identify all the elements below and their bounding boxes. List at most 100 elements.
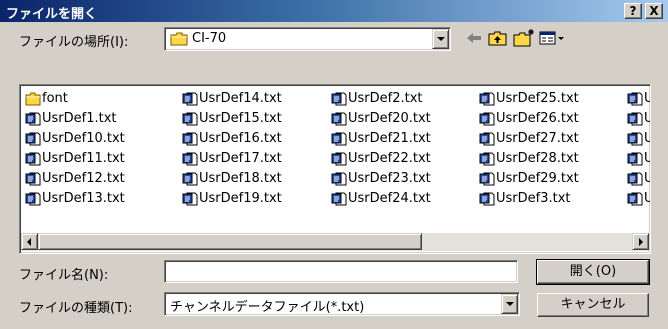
file-item[interactable]: UsrDef21.txt bbox=[328, 129, 431, 149]
file-item[interactable]: UsrDef26.txt bbox=[476, 109, 579, 129]
horizontal-scrollbar[interactable] bbox=[21, 233, 649, 251]
filetype-label: ファイルの種類(T): bbox=[19, 301, 133, 316]
file-name: U bbox=[644, 191, 650, 206]
file-name: UsrDef22.txt bbox=[348, 151, 431, 166]
file-item[interactable]: UsrDef16.txt bbox=[179, 129, 282, 149]
file-list[interactable]: font UsrDef1.txt UsrDef10.txt UsrDef11.txt U… bbox=[19, 84, 651, 254]
dialog-title: ファイルを開く bbox=[6, 7, 98, 22]
folder-icon bbox=[170, 32, 188, 50]
file-name: UsrDef24.txt bbox=[348, 191, 431, 206]
file-column: UsrDef14.txt UsrDef15.txt UsrDef16.txt UsrD… bbox=[179, 89, 282, 209]
file-item[interactable]: U bbox=[624, 109, 650, 129]
help-button[interactable]: ? bbox=[624, 3, 642, 19]
file-item[interactable]: UsrDef23.txt bbox=[328, 169, 431, 189]
file-name: UsrDef12.txt bbox=[42, 171, 125, 186]
filetype-combobox[interactable]: チャンネルデータファイル(*.txt) bbox=[164, 292, 520, 316]
file-name: UsrDef1.txt bbox=[42, 111, 117, 126]
file-item[interactable]: UsrDef28.txt bbox=[476, 149, 579, 169]
file-name: UsrDef20.txt bbox=[348, 111, 431, 126]
title-bar[interactable]: ファイルを開く ? X bbox=[0, 0, 668, 22]
text-file-icon bbox=[331, 192, 347, 213]
file-item[interactable]: UsrDef2.txt bbox=[328, 89, 431, 109]
file-name: UsrDef28.txt bbox=[496, 151, 579, 166]
file-name: UsrDef15.txt bbox=[199, 111, 282, 126]
filetype-dropdown-button[interactable] bbox=[501, 294, 518, 314]
file-column: font UsrDef1.txt UsrDef10.txt UsrDef11.txt U… bbox=[22, 89, 125, 209]
file-item[interactable]: UsrDef11.txt bbox=[22, 149, 125, 169]
text-file-icon bbox=[182, 192, 198, 213]
file-item[interactable]: UsrDef13.txt bbox=[22, 189, 125, 209]
file-item[interactable]: UsrDef27.txt bbox=[476, 129, 579, 149]
file-name: UsrDef17.txt bbox=[199, 151, 282, 166]
file-item[interactable]: U bbox=[624, 129, 650, 149]
file-item[interactable]: UsrDef18.txt bbox=[179, 169, 282, 189]
open-button[interactable]: 開く(O) bbox=[536, 259, 650, 285]
file-column: UsrDef25.txt UsrDef26.txt UsrDef27.txt UsrD… bbox=[476, 89, 579, 209]
file-item[interactable]: UsrDef24.txt bbox=[328, 189, 431, 209]
filename-label: ファイル名(N): bbox=[19, 268, 109, 283]
file-name: UsrDef18.txt bbox=[199, 171, 282, 186]
text-file-icon bbox=[25, 192, 41, 213]
file-name: UsrDef16.txt bbox=[199, 131, 282, 146]
file-item[interactable]: UsrDef29.txt bbox=[476, 169, 579, 189]
location-label: ファイルの場所(I): bbox=[19, 35, 129, 50]
filetype-value: チャンネルデータファイル(*.txt) bbox=[170, 300, 365, 315]
location-value: CI-70 bbox=[192, 31, 227, 46]
file-item[interactable]: UsrDef12.txt bbox=[22, 169, 125, 189]
file-item[interactable]: UsrDef1.txt bbox=[22, 109, 125, 129]
file-name: U bbox=[644, 91, 650, 106]
file-name: font bbox=[42, 91, 68, 106]
file-name: U bbox=[644, 151, 650, 166]
cancel-button[interactable]: キャンセル bbox=[537, 293, 649, 317]
file-name: UsrDef19.txt bbox=[199, 191, 282, 206]
file-item[interactable]: U bbox=[624, 189, 650, 209]
file-name: UsrDef13.txt bbox=[42, 191, 125, 206]
file-item[interactable]: U bbox=[624, 89, 650, 109]
file-name: UsrDef26.txt bbox=[496, 111, 579, 126]
file-item[interactable]: UsrDef3.txt bbox=[476, 189, 579, 209]
text-file-icon bbox=[479, 192, 495, 213]
file-name: UsrDef23.txt bbox=[348, 171, 431, 186]
file-name: U bbox=[644, 131, 650, 146]
open-button-label: 開く(O) bbox=[569, 264, 617, 279]
file-item[interactable]: U bbox=[624, 169, 650, 189]
file-name: U bbox=[644, 111, 650, 126]
folder-item[interactable]: font bbox=[22, 89, 125, 109]
file-item[interactable]: UsrDef19.txt bbox=[179, 189, 282, 209]
location-dropdown-button[interactable] bbox=[432, 29, 449, 49]
view-menu-icon[interactable] bbox=[538, 28, 566, 48]
scroll-thumb[interactable] bbox=[38, 233, 422, 250]
file-column: UsrDef2.txt UsrDef20.txt UsrDef21.txt UsrDe… bbox=[328, 89, 431, 209]
close-button[interactable]: X bbox=[645, 3, 663, 19]
new-folder-icon[interactable] bbox=[512, 28, 534, 48]
up-folder-icon[interactable] bbox=[487, 28, 509, 48]
location-combobox[interactable]: CI-70 bbox=[164, 27, 451, 51]
back-arrow-icon[interactable] bbox=[463, 28, 485, 48]
scroll-right-button[interactable] bbox=[632, 233, 649, 250]
chevron-down-icon bbox=[505, 302, 514, 306]
file-name: UsrDef29.txt bbox=[496, 171, 579, 186]
file-name: UsrDef25.txt bbox=[496, 91, 579, 106]
chevron-left-icon bbox=[27, 238, 31, 246]
open-file-dialog: ファイルを開く ? X ファイルの場所(I): CI-70 font UsrDe… bbox=[0, 0, 668, 329]
file-name: U bbox=[644, 171, 650, 186]
filename-input[interactable] bbox=[164, 260, 518, 283]
file-item[interactable]: U bbox=[624, 149, 650, 169]
file-name: UsrDef14.txt bbox=[199, 91, 282, 106]
file-column: UUUUUU bbox=[624, 89, 650, 209]
file-item[interactable]: UsrDef25.txt bbox=[476, 89, 579, 109]
file-item[interactable]: UsrDef10.txt bbox=[22, 129, 125, 149]
file-name: UsrDef11.txt bbox=[42, 151, 125, 166]
file-name: UsrDef10.txt bbox=[42, 131, 125, 146]
text-file-icon bbox=[627, 192, 643, 213]
file-item[interactable]: UsrDef14.txt bbox=[179, 89, 282, 109]
scroll-left-button[interactable] bbox=[21, 233, 38, 250]
file-name: UsrDef21.txt bbox=[348, 131, 431, 146]
file-item[interactable]: UsrDef20.txt bbox=[328, 109, 431, 129]
file-name: UsrDef3.txt bbox=[496, 191, 571, 206]
file-item[interactable]: UsrDef22.txt bbox=[328, 149, 431, 169]
chevron-down-icon bbox=[436, 37, 445, 41]
chevron-right-icon bbox=[639, 238, 643, 246]
file-item[interactable]: UsrDef17.txt bbox=[179, 149, 282, 169]
file-item[interactable]: UsrDef15.txt bbox=[179, 109, 282, 129]
